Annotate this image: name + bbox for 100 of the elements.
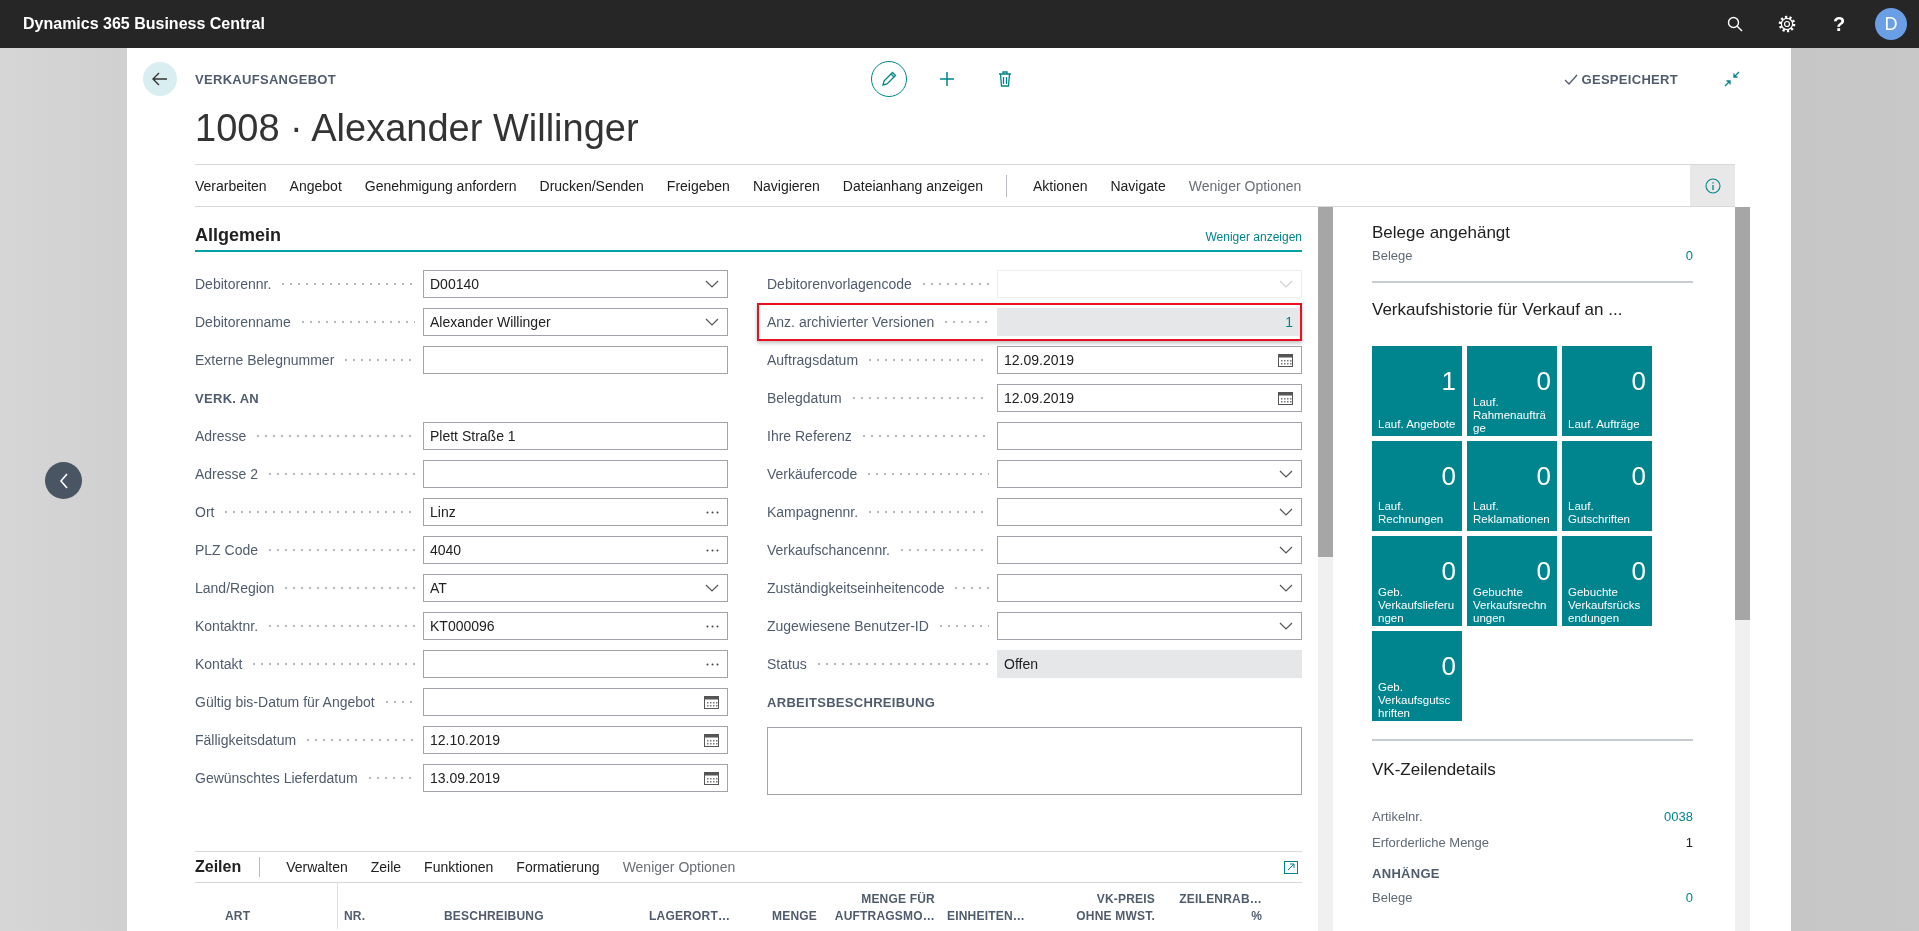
action-menu[interactable]: Formatierung [516, 859, 600, 875]
tile-count: 0 [1630, 461, 1646, 491]
factbox-label: Erforderliche Menge [1372, 834, 1490, 852]
dropdown-field[interactable] [997, 460, 1302, 488]
cue-tile[interactable]: 0 Gebuchte Verkaufsrechnungen [1467, 536, 1557, 626]
field-label: Kontakt [195, 656, 243, 672]
show-less-link[interactable]: Weniger anzeigen [1205, 229, 1302, 250]
ellipsis-icon [706, 510, 719, 514]
field-label: Belegdatum [767, 390, 842, 406]
action-menu[interactable]: Verwalten [286, 859, 348, 875]
fewer-options-link[interactable]: Weniger Optionen [622, 859, 736, 875]
calendar-icon [704, 733, 719, 747]
field-label: Zuständigkeitseinheitencode [767, 580, 945, 596]
dropdown-field[interactable] [997, 536, 1302, 564]
ellipsis-icon [706, 662, 719, 666]
cue-tile[interactable]: 0 Lauf. Rahmenaufträge [1467, 346, 1557, 436]
cue-tile[interactable]: 0 Geb. Verkaufslieferungen [1372, 536, 1462, 626]
tile-label: Lauf. Aufträge [1568, 418, 1641, 431]
dropdown-field[interactable] [997, 574, 1302, 602]
column-header[interactable]: BESCHREIBUNG [438, 908, 643, 929]
description-field[interactable] [767, 727, 1302, 795]
lookup-field[interactable]: Linz [423, 498, 728, 526]
action-menu[interactable]: Freigeben [666, 177, 730, 194]
chevron-down-icon [1279, 508, 1293, 516]
action-menu[interactable]: Genehmigung anfordern [364, 177, 517, 194]
lookup-field[interactable]: 4040 [423, 536, 728, 564]
save-status: GESPEICHERT [1581, 71, 1678, 87]
cue-tile[interactable]: 0 Lauf. Gutschriften [1562, 441, 1652, 531]
previous-button[interactable] [45, 462, 82, 499]
action-menu[interactable]: Aktionen [1032, 177, 1088, 194]
action-menu[interactable]: Navigieren [752, 177, 820, 194]
ellipsis-icon [706, 548, 719, 552]
column-header[interactable]: MENGE [743, 908, 823, 929]
cue-tile[interactable]: 0 Geb. Verkaufsgutschriften [1372, 631, 1462, 721]
dropdown-field[interactable] [997, 612, 1302, 640]
column-header[interactable]: EINHEITEN… [941, 908, 1051, 929]
dropdown-field[interactable]: D00140 [423, 270, 728, 298]
column-header[interactable]: VK-PREIS OHNE MWST. [1051, 891, 1161, 929]
cue-tile[interactable]: 0 Lauf. Reklamationen [1467, 441, 1557, 531]
trash-icon [997, 71, 1012, 87]
column-header[interactable]: LAGERORT… [643, 908, 743, 929]
arrow-left-icon [152, 72, 168, 86]
chevron-down-icon [705, 318, 719, 326]
cue-tile[interactable]: 0 Gebuchte Verkaufsrücksendungen [1562, 536, 1652, 626]
date-field[interactable]: 12.09.2019 [997, 384, 1302, 412]
action-menu[interactable]: Verarbeiten [195, 177, 267, 194]
input-field[interactable] [997, 422, 1302, 450]
chevron-down-icon [705, 280, 719, 288]
action-menu[interactable]: Dateianhang anzeigen [842, 177, 983, 194]
input-field[interactable]: Plett Straße 1 [423, 422, 728, 450]
fewer-options-link[interactable]: Weniger Optionen [1188, 177, 1302, 194]
action-menu[interactable]: Funktionen [424, 859, 494, 875]
date-field[interactable] [423, 688, 728, 716]
section-heading: ARBEITSBESCHREIBUNG [767, 694, 936, 710]
date-field[interactable]: 12.09.2019 [997, 346, 1302, 374]
back-button[interactable] [143, 62, 177, 96]
calendar-icon [704, 771, 719, 785]
field-label: Gewünschtes Lieferdatum [195, 770, 358, 786]
dropdown-field[interactable] [997, 498, 1302, 526]
app-title: Dynamics 365 Business Central [23, 15, 265, 33]
lookup-field[interactable] [423, 650, 728, 678]
factbox-label: Belege [1372, 889, 1413, 907]
column-header[interactable]: ZEILENRAB… % [1161, 891, 1268, 929]
value-link[interactable]: 0 [1685, 245, 1693, 267]
field-label: Verkaufschancennr. [767, 542, 890, 558]
input-field[interactable] [423, 460, 728, 488]
value-link[interactable]: 0038 [1664, 804, 1693, 830]
section-heading: ANHÄNGE [1372, 866, 1441, 881]
tile-label: Gebuchte Verkaufsrücksendungen [1568, 586, 1642, 625]
value-link[interactable]: 0 [1685, 885, 1693, 911]
action-menu[interactable]: Angebot [289, 177, 342, 194]
cue-tile[interactable]: 1 Lauf. Angebote [1372, 346, 1462, 436]
action-menu[interactable]: Drucken/Senden [539, 177, 644, 194]
help-button[interactable]: ? [1813, 0, 1865, 48]
info-button[interactable] [1690, 165, 1735, 206]
page-title: 1008 · Alexander Willinger [194, 106, 640, 151]
action-menu[interactable]: Zeile [370, 859, 402, 875]
column-header[interactable]: NR. [338, 908, 438, 929]
column-header[interactable]: ART [195, 908, 257, 929]
chevron-down-icon [1279, 280, 1293, 288]
column-header[interactable]: MENGE FÜR AUFTRAGSMO… [823, 891, 941, 929]
date-field[interactable]: 13.09.2019 [423, 764, 728, 792]
section-title: Allgemein [195, 225, 282, 247]
scrollbar[interactable] [1735, 207, 1750, 931]
cue-tile[interactable]: 0 Lauf. Rechnungen [1372, 441, 1462, 531]
readonly-field[interactable]: Offen [997, 650, 1302, 678]
dropdown-field[interactable]: AT [423, 574, 728, 602]
drilldown-field[interactable]: 1 [997, 308, 1302, 336]
factbox-title: Belege angehängt [1372, 222, 1512, 244]
page-caption: VERKAUFSANGEBOT [195, 71, 336, 87]
action-menu[interactable]: Navigate [1110, 177, 1166, 194]
input-field[interactable] [423, 346, 728, 374]
date-field[interactable]: 12.10.2019 [423, 726, 728, 754]
lookup-field[interactable]: KT000096 [423, 612, 728, 640]
field-label: Fälligkeitsdatum [195, 732, 297, 748]
scrollbar[interactable] [1318, 207, 1333, 931]
factbox-title: VK-Zeilendetails [1372, 759, 1497, 781]
cue-tile[interactable]: 0 Lauf. Aufträge [1562, 346, 1652, 436]
dropdown-field[interactable]: Alexander Willinger [423, 308, 728, 336]
plus-icon [938, 71, 955, 87]
